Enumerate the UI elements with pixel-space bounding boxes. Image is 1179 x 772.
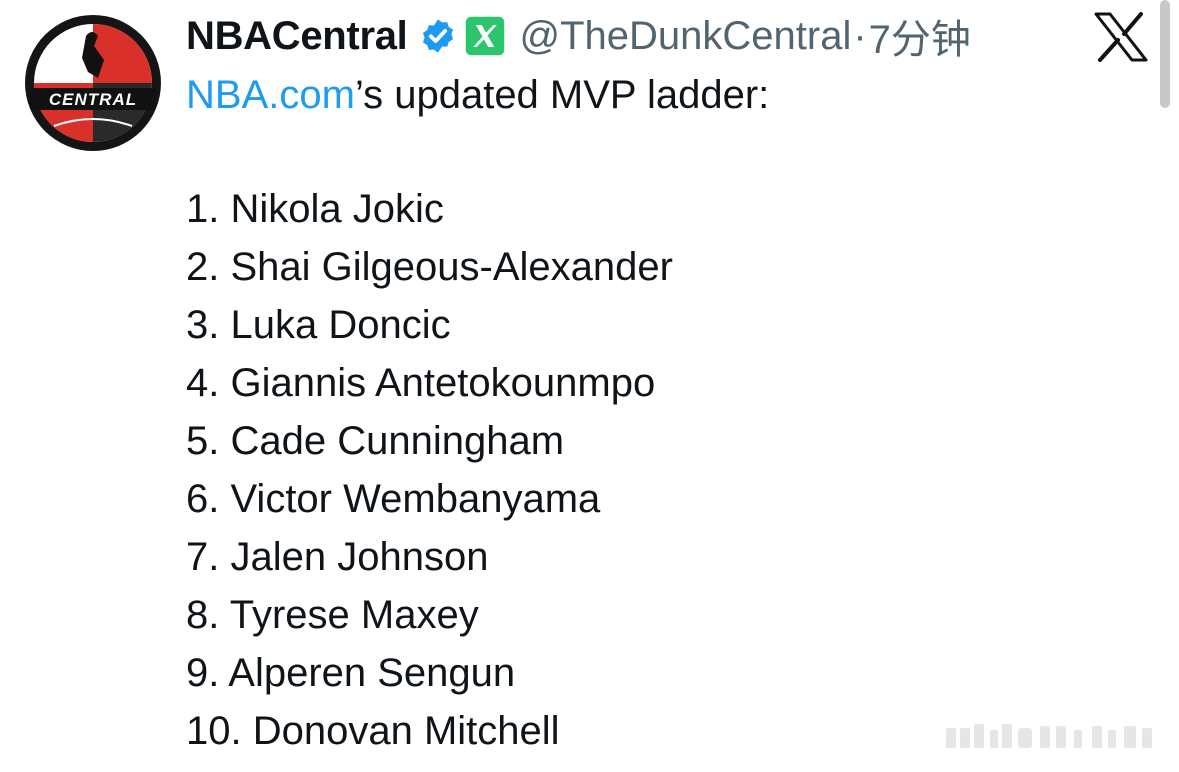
avatar-label: CENTRAL [49,90,137,109]
timestamp[interactable]: 7分钟 [869,7,971,65]
intro-text: ’s updated MVP ladder: [354,73,770,117]
ladder-item: 1. Nikola Jokic [186,187,444,231]
tweet-header: NBACentral @TheDunkCentral · 7分钟 [186,8,971,64]
ladder-item: 10. Donovan Mitchell [186,709,560,753]
display-name[interactable]: NBACentral [186,14,408,59]
ladder-item: 9. Alperen Sengun [186,651,516,695]
ladder-item: 4. Giannis Antetokounmpo [186,361,656,405]
user-handle[interactable]: @TheDunkCentral [519,14,851,59]
ladder-item: 8. Tyrese Maxey [186,593,479,637]
ladder-item: 5. Cade Cunningham [186,419,565,463]
watermark [946,724,1152,748]
ladder-item: 6. Victor Wembanyama [186,477,601,521]
ladder-item: 3. Luka Doncic [186,303,451,347]
x-affiliate-badge-icon[interactable] [463,14,507,58]
mvp-ladder-list: 1. Nikola Jokic 2. Shai Gilgeous-Alexand… [186,180,673,760]
x-logo-icon[interactable] [1094,12,1148,62]
ladder-item: 7. Jalen Johnson [186,535,489,579]
nba-link[interactable]: NBA.com [186,73,355,117]
ladder-item: 2. Shai Gilgeous-Alexander [186,245,673,289]
scrollbar[interactable] [1160,0,1170,108]
verified-badge-icon [423,19,454,53]
separator-dot: · [853,13,867,58]
avatar[interactable]: CENTRAL [24,14,162,152]
tweet-intro: NBA.com’s updated MVP ladder: [186,68,769,122]
